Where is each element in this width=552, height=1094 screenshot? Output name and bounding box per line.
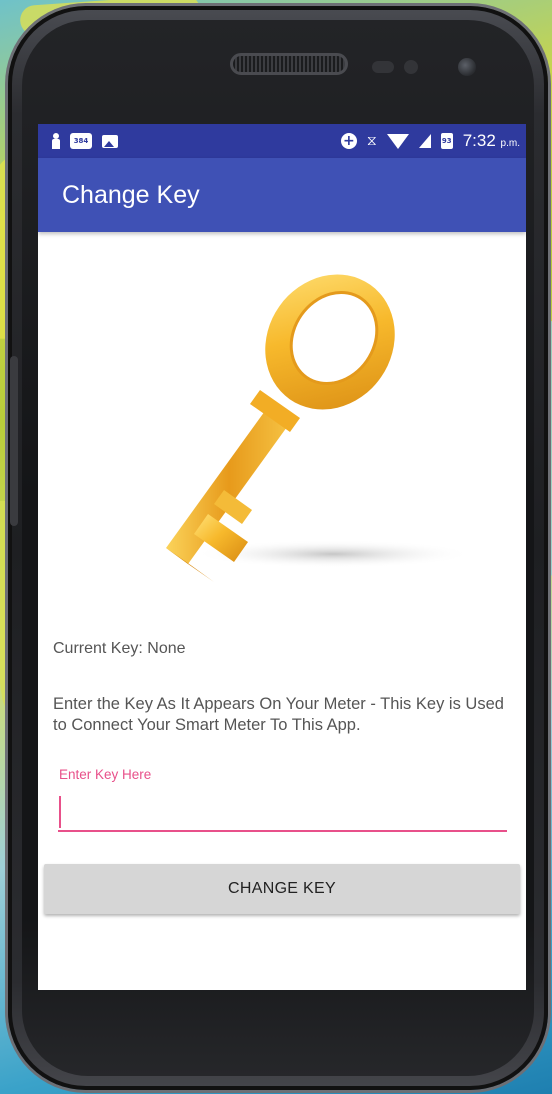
signal-icon	[418, 134, 431, 148]
app-screen: 384 + ⧖ 93 7:32 p.m. Change Key Current …	[38, 124, 526, 990]
hourglass-icon: ⧖	[366, 133, 377, 149]
plus-circle-icon: +	[340, 133, 357, 149]
image-icon	[102, 134, 118, 148]
golden-key-icon	[166, 274, 473, 582]
app-bar: Change Key	[38, 158, 526, 232]
status-clock: 7:32 p.m.	[463, 131, 520, 151]
phone-speaker	[230, 53, 348, 75]
status-bar-right: + ⧖ 93 7:32 p.m.	[340, 131, 520, 151]
phone-sensor	[404, 60, 418, 74]
phone-side-button	[10, 356, 18, 526]
key-illustration	[38, 264, 526, 594]
key-input[interactable]	[58, 790, 507, 832]
front-camera	[458, 58, 476, 76]
page-title: Change Key	[62, 180, 200, 209]
wifi-icon	[386, 133, 409, 149]
status-bar: 384 + ⧖ 93 7:32 p.m.	[38, 124, 526, 158]
battery-icon: 93	[440, 133, 453, 149]
change-key-button[interactable]: CHANGE KEY	[44, 864, 520, 914]
phone-sensor	[372, 61, 394, 73]
key-input-label: Enter Key Here	[59, 767, 152, 782]
notification-badge-icon: 384	[70, 133, 92, 149]
person-icon	[52, 133, 60, 149]
status-bar-left: 384	[52, 133, 118, 149]
clock-suffix: p.m.	[500, 138, 520, 149]
clock-time: 7:32	[462, 131, 496, 150]
current-key-label: Current Key: None	[53, 640, 186, 657]
instructions-text: Enter the Key As It Appears On Your Mete…	[53, 695, 504, 734]
text-cursor	[59, 796, 61, 828]
